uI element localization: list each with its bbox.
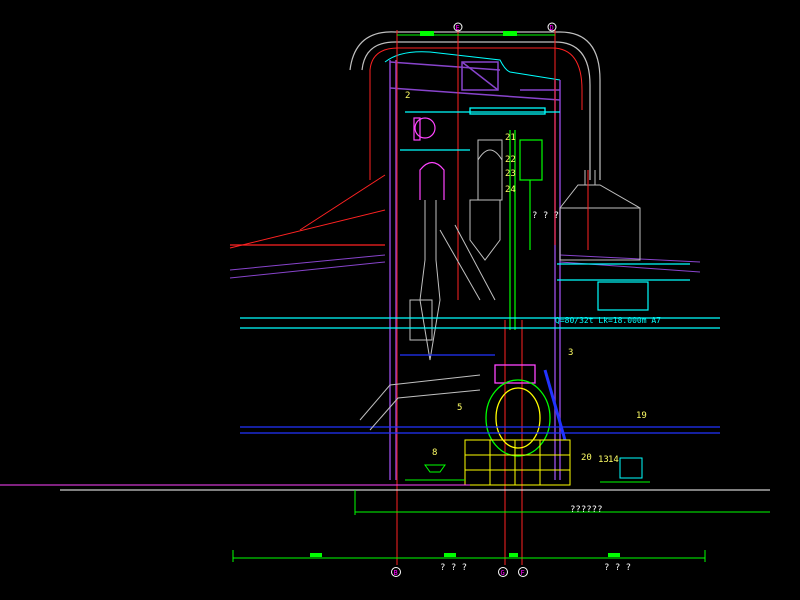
part-label: 24 bbox=[505, 185, 516, 195]
part-label: 3 bbox=[568, 348, 573, 358]
unknown-label: ? ? ? bbox=[440, 563, 467, 573]
part-label: 20 bbox=[581, 453, 592, 463]
unknown-label: ? ? ? bbox=[532, 211, 559, 221]
part-label: 23 bbox=[505, 169, 516, 179]
crane-note: Q=80/32t Lk=18.000m A7 bbox=[555, 316, 661, 325]
axis-marker: B bbox=[394, 569, 398, 577]
axis-marker: F bbox=[521, 569, 525, 577]
part-label: 5 bbox=[457, 403, 462, 413]
part-label: 14 bbox=[608, 455, 619, 465]
cad-drawing: Q=80/32t Lk=18.000m A7 2 21 22 23 24 3 5… bbox=[0, 0, 800, 600]
unknown-label: ?????? bbox=[570, 505, 603, 515]
axis-marker: D bbox=[550, 24, 554, 32]
part-label: 8 bbox=[432, 448, 437, 458]
part-label: 21 bbox=[505, 133, 516, 143]
unknown-label: ? ? ? bbox=[604, 563, 631, 573]
part-label: 22 bbox=[505, 155, 516, 165]
part-label: 19 bbox=[636, 411, 647, 421]
axis-marker: G bbox=[501, 569, 505, 577]
axis-marker: E bbox=[456, 24, 460, 32]
part-label: 2 bbox=[405, 91, 410, 101]
